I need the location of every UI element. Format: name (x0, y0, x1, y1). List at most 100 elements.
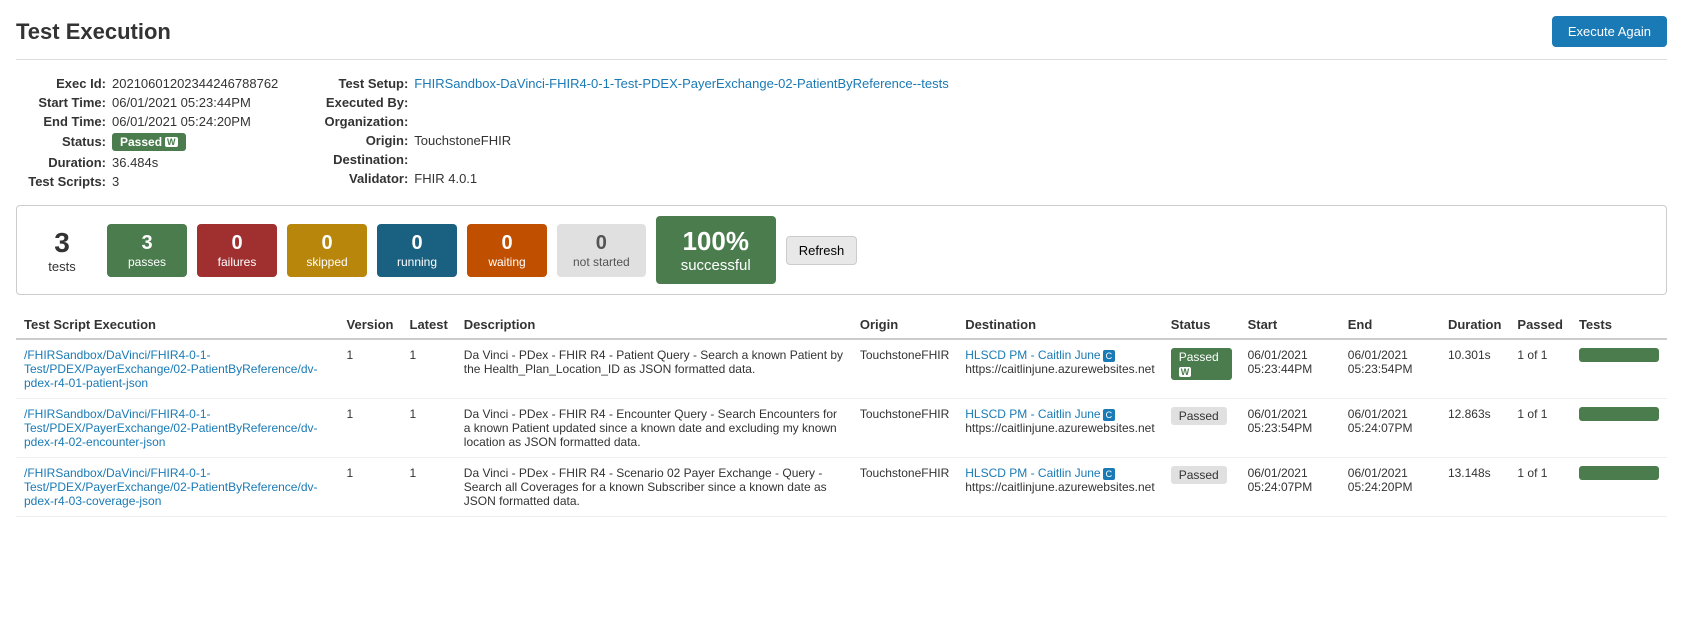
cell-description-1: Da Vinci - PDex - FHIR R4 - Encounter Qu… (456, 399, 852, 458)
success-pct: 100% (676, 226, 756, 257)
passes-num: 3 (123, 232, 171, 255)
test-scripts-row: Test Scripts: 3 (16, 174, 278, 189)
col-start: Start (1240, 311, 1340, 339)
test-setup-label: Test Setup: (318, 76, 408, 91)
duration-row: Duration: 36.484s (16, 155, 278, 170)
destination-row: Destination: (318, 152, 948, 167)
col-duration: Duration (1440, 311, 1509, 339)
results-table: Test Script Execution Version Latest Des… (16, 311, 1667, 517)
cell-destination-2: HLSCD PM - Caitlin JuneC https://caitlin… (957, 458, 1162, 517)
cell-status-2: Passed (1163, 458, 1240, 517)
table-row: /FHIRSandbox/DaVinci/FHIR4-0-1-Test/PDEX… (16, 399, 1667, 458)
success-box: 100% successful (656, 216, 776, 284)
cell-passed-1: 1 of 1 (1509, 399, 1571, 458)
cell-tests-1 (1571, 399, 1667, 458)
failures-box: 0 failures (197, 224, 277, 277)
start-time-label: Start Time: (16, 95, 106, 110)
col-status: Status (1163, 311, 1240, 339)
page-header: Test Execution Execute Again (16, 16, 1667, 60)
progress-bar-wrap-2 (1579, 466, 1659, 480)
progress-bar-fill-1 (1579, 407, 1659, 421)
cell-description-2: Da Vinci - PDex - FHIR R4 - Scenario 02 … (456, 458, 852, 517)
origin-label: Origin: (318, 133, 408, 148)
cell-destination-1: HLSCD PM - Caitlin JuneC https://caitlin… (957, 399, 1162, 458)
total-tests: 3 tests (27, 227, 97, 274)
status-badge-text: Passed (120, 135, 162, 149)
waiting-box: 0 waiting (467, 224, 547, 277)
col-origin: Origin (852, 311, 957, 339)
cell-end-0: 06/01/2021 05:23:54PM (1340, 339, 1440, 399)
cell-script-1: /FHIRSandbox/DaVinci/FHIR4-0-1-Test/PDEX… (16, 399, 339, 458)
cell-latest-0: 1 (402, 339, 456, 399)
progress-bar-fill-2 (1579, 466, 1659, 480)
origin-value: TouchstoneFHIR (414, 133, 511, 148)
table-header-row: Test Script Execution Version Latest Des… (16, 311, 1667, 339)
cell-start-0: 06/01/2021 05:23:44PM (1240, 339, 1340, 399)
cell-origin-1: TouchstoneFHIR (852, 399, 957, 458)
validator-label: Validator: (318, 171, 408, 186)
page-title: Test Execution (16, 19, 171, 45)
col-destination: Destination (957, 311, 1162, 339)
running-label: running (393, 255, 441, 269)
passes-label: passes (123, 255, 171, 269)
duration-label: Duration: (16, 155, 106, 170)
running-num: 0 (393, 232, 441, 255)
col-end: End (1340, 311, 1440, 339)
progress-bar-wrap-1 (1579, 407, 1659, 421)
skipped-num: 0 (303, 232, 351, 255)
dest-link-0[interactable]: HLSCD PM - Caitlin June (965, 348, 1100, 362)
col-version: Version (339, 311, 402, 339)
skipped-label: skipped (303, 255, 351, 269)
cell-origin-0: TouchstoneFHIR (852, 339, 957, 399)
c-badge-2: C (1103, 468, 1116, 480)
cell-passed-0: 1 of 1 (1509, 339, 1571, 399)
success-label: successful (676, 257, 756, 274)
col-script: Test Script Execution (16, 311, 339, 339)
exec-id-label: Exec Id: (16, 76, 106, 91)
duration-value: 36.484s (112, 155, 158, 170)
validator-row: Validator: FHIR 4.0.1 (318, 171, 948, 186)
not-started-num: 0 (573, 232, 630, 255)
cell-description-0: Da Vinci - PDex - FHIR R4 - Patient Quer… (456, 339, 852, 399)
cell-duration-0: 10.301s (1440, 339, 1509, 399)
cell-passed-2: 1 of 1 (1509, 458, 1571, 517)
status-row: Status: Passed W (16, 133, 278, 151)
info-right: Test Setup: FHIRSandbox-DaVinci-FHIR4-0-… (318, 76, 948, 189)
col-passed: Passed (1509, 311, 1571, 339)
cell-start-2: 06/01/2021 05:24:07PM (1240, 458, 1340, 517)
test-scripts-label: Test Scripts: (16, 174, 106, 189)
info-section: Exec Id: 20210601202344246788762 Start T… (16, 76, 1667, 189)
failures-label: failures (213, 255, 261, 269)
script-link-2[interactable]: /FHIRSandbox/DaVinci/FHIR4-0-1-Test/PDEX… (24, 466, 317, 508)
cell-tests-0 (1571, 339, 1667, 399)
col-tests: Tests (1571, 311, 1667, 339)
cell-start-1: 06/01/2021 05:23:54PM (1240, 399, 1340, 458)
refresh-button[interactable]: Refresh (786, 236, 858, 265)
script-link-1[interactable]: /FHIRSandbox/DaVinci/FHIR4-0-1-Test/PDEX… (24, 407, 317, 449)
start-time-value: 06/01/2021 05:23:44PM (112, 95, 251, 110)
executed-by-row: Executed By: (318, 95, 948, 110)
skipped-box: 0 skipped (287, 224, 367, 277)
validator-value: FHIR 4.0.1 (414, 171, 477, 186)
dest-url-1: https://caitlinjune.azurewebsites.net (965, 421, 1154, 435)
running-box: 0 running (377, 224, 457, 277)
cell-script-0: /FHIRSandbox/DaVinci/FHIR4-0-1-Test/PDEX… (16, 339, 339, 399)
status-badge-1: Passed (1171, 407, 1227, 425)
cell-status-0: Passed W (1163, 339, 1240, 399)
table-row: /FHIRSandbox/DaVinci/FHIR4-0-1-Test/PDEX… (16, 339, 1667, 399)
script-link-0[interactable]: /FHIRSandbox/DaVinci/FHIR4-0-1-Test/PDEX… (24, 348, 317, 390)
cell-end-2: 06/01/2021 05:24:20PM (1340, 458, 1440, 517)
col-latest: Latest (402, 311, 456, 339)
cell-destination-0: HLSCD PM - Caitlin JuneC https://caitlin… (957, 339, 1162, 399)
dest-link-2[interactable]: HLSCD PM - Caitlin June (965, 466, 1100, 480)
total-tests-label: tests (27, 259, 97, 274)
cell-version-0: 1 (339, 339, 402, 399)
dest-link-1[interactable]: HLSCD PM - Caitlin June (965, 407, 1100, 421)
execute-again-button[interactable]: Execute Again (1552, 16, 1667, 47)
dest-url-0: https://caitlinjune.azurewebsites.net (965, 362, 1154, 376)
organization-row: Organization: (318, 114, 948, 129)
cell-duration-2: 13.148s (1440, 458, 1509, 517)
passes-box: 3 passes (107, 224, 187, 277)
end-time-label: End Time: (16, 114, 106, 129)
test-setup-link[interactable]: FHIRSandbox-DaVinci-FHIR4-0-1-Test-PDEX-… (414, 76, 948, 91)
